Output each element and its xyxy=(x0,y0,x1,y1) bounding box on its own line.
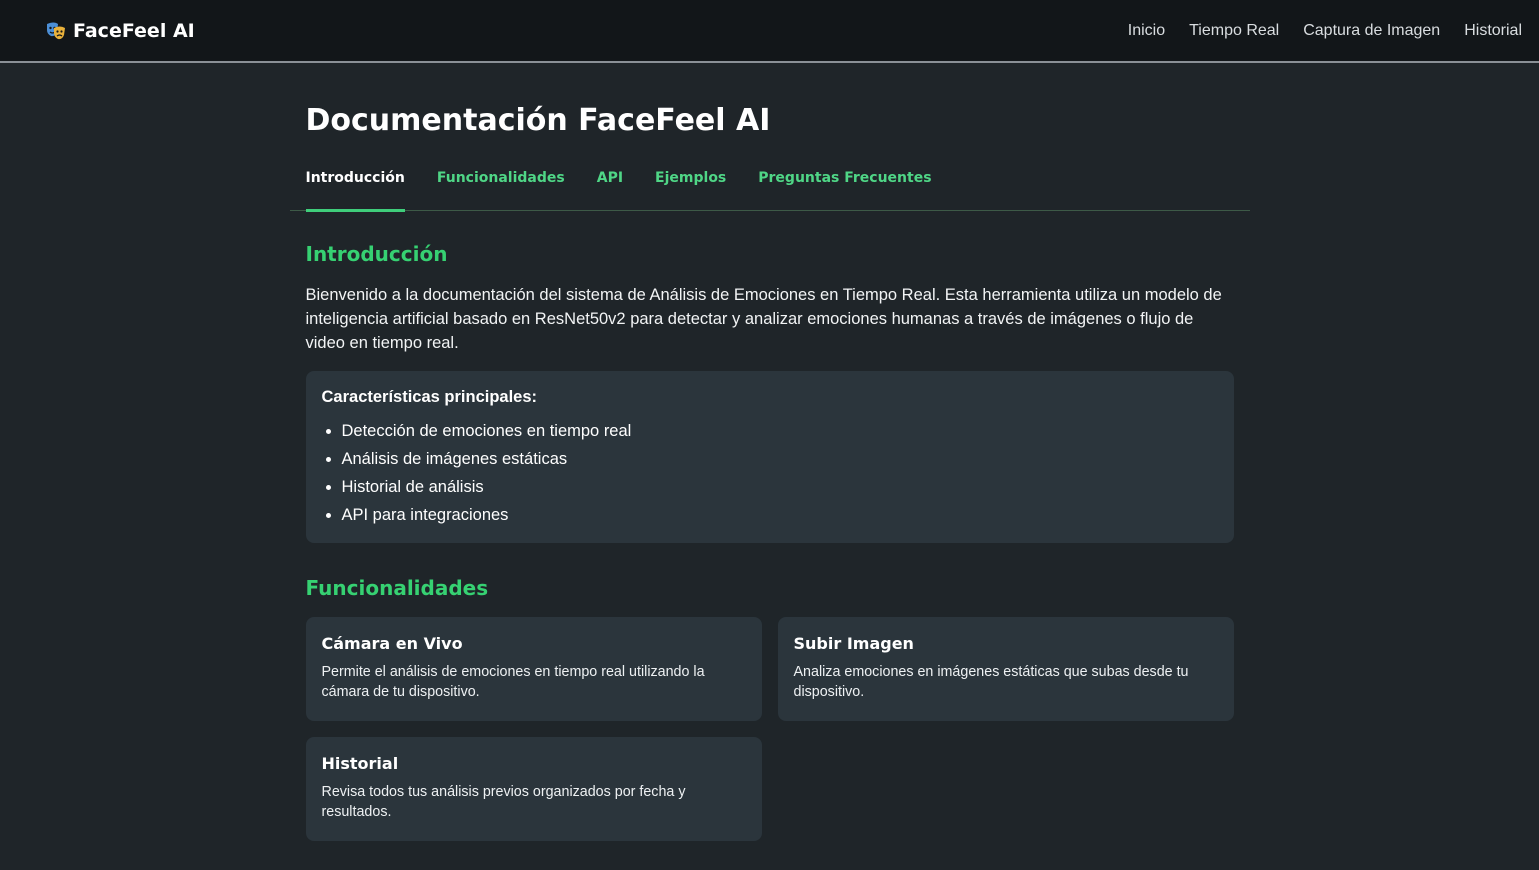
list-item: Análisis de imágenes estáticas xyxy=(322,445,1218,473)
brand[interactable]: FaceFeel AI xyxy=(45,20,195,42)
functionalities-section: Funcionalidades Cámara en Vivo Permite e… xyxy=(305,576,1234,841)
tab-introduccion[interactable]: Introducción xyxy=(305,163,406,212)
tab-ejemplos[interactable]: Ejemplos xyxy=(655,163,726,211)
tab-api[interactable]: API xyxy=(597,163,623,211)
intro-heading: Introducción xyxy=(305,242,448,266)
card-text: Permite el análisis de emociones en tiem… xyxy=(321,664,705,700)
card-title: Subir Imagen xyxy=(793,634,914,653)
card-camara-en-vivo: Cámara en Vivo Permite el análisis de em… xyxy=(305,617,762,721)
card-title: Historial xyxy=(321,754,399,773)
tab-funcionalidades[interactable]: Funcionalidades xyxy=(437,163,565,211)
nav-link-historial[interactable]: Historial xyxy=(1464,22,1522,40)
card-subir-imagen: Subir Imagen Analiza emociones en imágen… xyxy=(777,617,1234,721)
top-navbar: FaceFeel AI Inicio Tiempo Real Captura d… xyxy=(0,0,1539,63)
list-item: API para integraciones xyxy=(322,501,1218,529)
nav-link-tiempo-real[interactable]: Tiempo Real xyxy=(1189,22,1279,40)
functionalities-grid: Cámara en Vivo Permite el análisis de em… xyxy=(305,617,1234,841)
functionalities-heading: Funcionalidades xyxy=(305,576,489,600)
doc-tabs: Introducción Funcionalidades API Ejemplo… xyxy=(289,163,1250,212)
features-card: Características principales: Detección d… xyxy=(305,371,1234,543)
nav-links: Inicio Tiempo Real Captura de Imagen His… xyxy=(1128,22,1522,40)
card-historial: Historial Revisa todos tus análisis prev… xyxy=(305,737,762,841)
list-item: Detección de emociones en tiempo real xyxy=(322,417,1218,445)
card-title: Cámara en Vivo xyxy=(321,634,463,653)
nav-link-inicio[interactable]: Inicio xyxy=(1128,22,1165,40)
features-list: Detección de emociones en tiempo real An… xyxy=(322,417,1218,529)
nav-link-captura-imagen[interactable]: Captura de Imagen xyxy=(1303,22,1440,40)
theater-masks-icon xyxy=(45,20,67,42)
list-item: Historial de análisis xyxy=(322,473,1218,501)
card-text: Revisa todos tus análisis previos organi… xyxy=(321,784,686,820)
main-content: Documentación FaceFeel AI Introducción F… xyxy=(289,101,1250,841)
card-text: Analiza emociones en imágenes estáticas … xyxy=(793,664,1189,700)
intro-section: Introducción Bienvenido a la documentaci… xyxy=(305,242,1234,543)
features-heading: Características principales: xyxy=(321,388,538,406)
intro-paragraph: Bienvenido a la documentación del sistem… xyxy=(305,286,1222,352)
tab-preguntas-frecuentes[interactable]: Preguntas Frecuentes xyxy=(758,163,931,211)
brand-name: FaceFeel AI xyxy=(73,19,195,42)
page-title: Documentación FaceFeel AI xyxy=(305,103,771,138)
